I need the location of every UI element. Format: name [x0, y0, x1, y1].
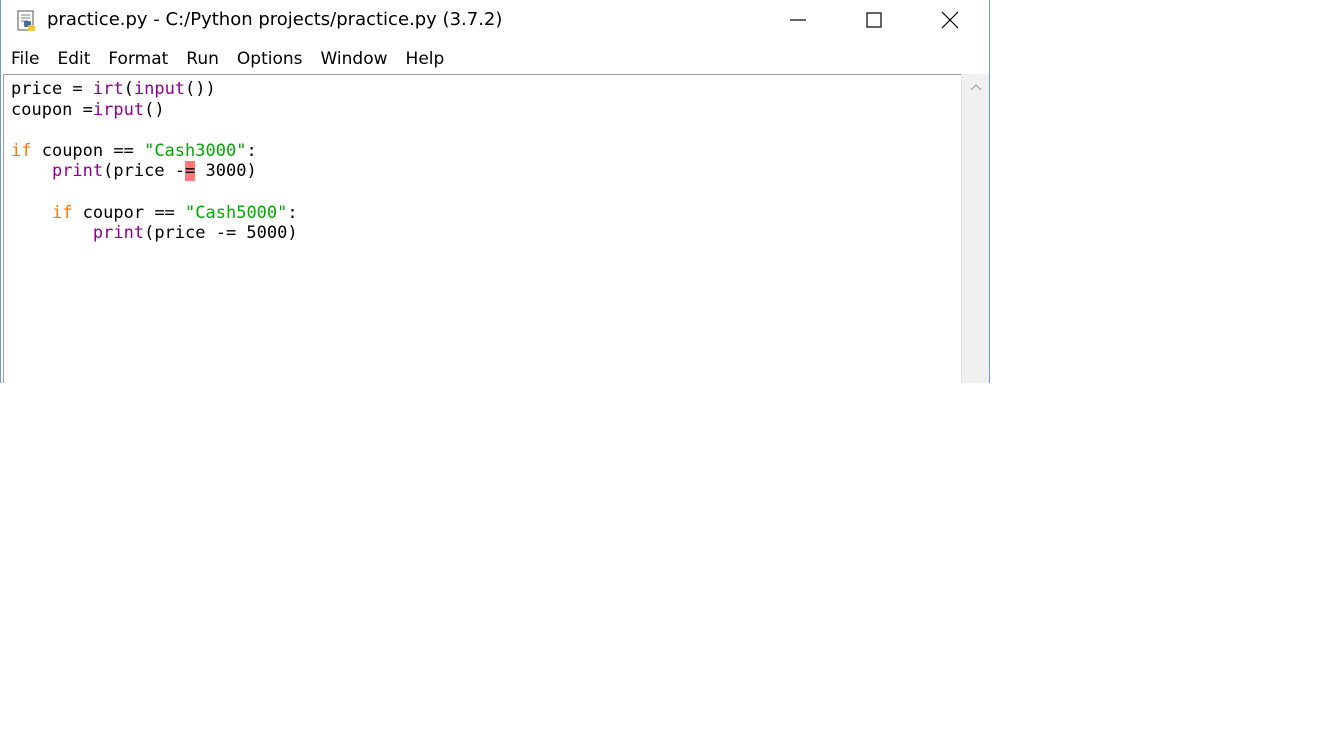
code-token: coupon ==: [31, 140, 145, 161]
code-token: (price -= 5000): [144, 223, 298, 244]
code-token: if: [51, 202, 73, 223]
menu-options[interactable]: Options: [228, 44, 312, 72]
scroll-up-button[interactable]: [962, 74, 989, 100]
minimize-icon: [790, 19, 806, 21]
menu-window[interactable]: Window: [312, 44, 397, 72]
close-icon: [941, 11, 959, 29]
menu-bar: File Edit Format Run Options Window Help: [1, 44, 989, 72]
menu-run[interactable]: Run: [177, 44, 228, 72]
code-token: price =: [11, 79, 93, 99]
code-token: 3000): [195, 161, 257, 182]
code-line[interactable]: print(price -= 3000): [11, 161, 298, 182]
code-token: ()): [185, 79, 216, 99]
code-token: :: [246, 140, 257, 161]
code-token: print: [51, 161, 104, 182]
menu-help[interactable]: Help: [397, 44, 454, 72]
code-line[interactable]: [11, 120, 298, 141]
vertical-scrollbar[interactable]: [961, 74, 989, 383]
menu-edit[interactable]: Edit: [48, 44, 99, 72]
menu-format[interactable]: Format: [99, 44, 177, 72]
menu-file[interactable]: File: [1, 44, 48, 72]
code-token: (): [144, 99, 165, 120]
code-line[interactable]: [11, 182, 298, 203]
code-token: coupon =: [11, 99, 93, 120]
syntax-error-highlight: =: [185, 161, 196, 182]
code-editor[interactable]: price = irt(input()) coupon =irput() if co…: [3, 74, 961, 383]
maximize-icon: [866, 12, 882, 28]
idle-editor-window: practice.py - C:/Python projects/practic…: [0, 0, 990, 383]
code-line[interactable]: if coupon == "Cash3000":: [11, 141, 298, 162]
code-line[interactable]: coupon =irput(): [11, 100, 298, 121]
close-button[interactable]: [927, 0, 973, 40]
maximize-button[interactable]: [851, 0, 897, 40]
code-line[interactable]: price = irt(input()): [11, 79, 298, 100]
code-token: :: [287, 202, 298, 223]
code-token: print: [92, 223, 145, 244]
code-token: irput: [92, 99, 145, 120]
window-title: practice.py - C:/Python projects/practic…: [47, 9, 503, 30]
code-token: (: [123, 79, 134, 99]
code-token: "Cash3000": [144, 140, 247, 161]
minimize-button[interactable]: [775, 0, 821, 40]
code-token: (price -: [103, 161, 186, 182]
chevron-up-icon: [970, 83, 982, 91]
code-token: irt: [92, 79, 124, 99]
code-token: coupor ==: [72, 202, 186, 223]
code-line[interactable]: print(price -= 5000): [11, 223, 298, 244]
code-line[interactable]: if coupor == "Cash5000":: [11, 203, 298, 224]
code-text[interactable]: price = irt(input()) coupon =irput() if co…: [11, 79, 298, 244]
code-token: if: [11, 140, 32, 161]
title-bar[interactable]: practice.py - C:/Python projects/practic…: [1, 0, 989, 40]
code-token: "Cash5000": [185, 202, 288, 223]
code-token: input: [133, 79, 186, 99]
idle-python-file-icon: [17, 10, 35, 31]
